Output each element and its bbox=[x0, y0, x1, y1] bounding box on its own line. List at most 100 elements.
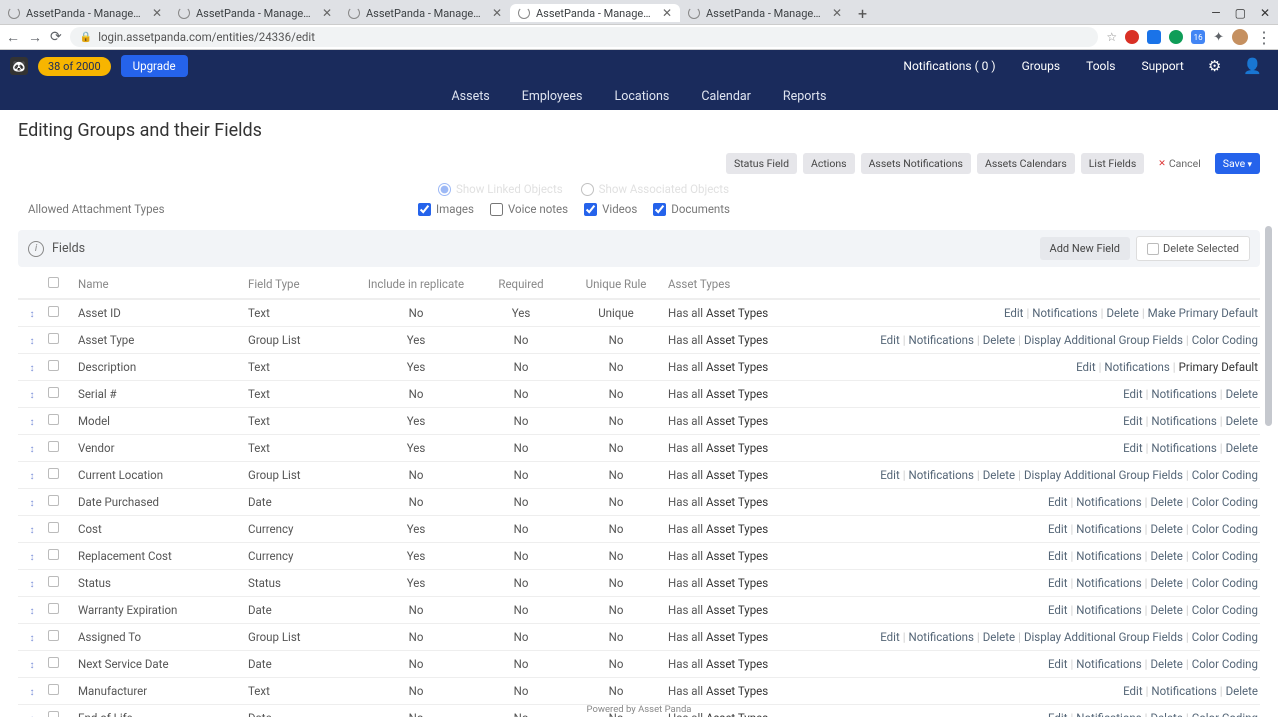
url-input[interactable]: 🔒 login.assetpanda.com/entities/24336/ed… bbox=[70, 27, 1099, 47]
info-icon[interactable]: i bbox=[28, 241, 44, 257]
tools-link[interactable]: Tools bbox=[1078, 59, 1123, 73]
row-checkbox[interactable] bbox=[48, 657, 59, 668]
browser-tab[interactable]: AssetPanda - Management Syste✕ bbox=[0, 4, 170, 22]
chrome-menu-icon[interactable]: ⋮ bbox=[1256, 28, 1272, 47]
row-checkbox[interactable] bbox=[48, 711, 59, 717]
row-checkbox[interactable] bbox=[48, 414, 59, 425]
drag-handle-icon[interactable]: ↕ bbox=[30, 552, 35, 563]
row-action-color_coding[interactable]: Color Coding bbox=[1192, 468, 1258, 482]
row-action-delete[interactable]: Delete bbox=[1150, 603, 1182, 617]
row-action-delete[interactable]: Delete bbox=[1106, 306, 1138, 320]
row-action-edit[interactable]: Edit bbox=[1048, 495, 1067, 509]
upgrade-button[interactable]: Upgrade bbox=[121, 55, 188, 77]
assets-calendars-button[interactable]: Assets Calendars bbox=[977, 153, 1075, 174]
row-checkbox[interactable] bbox=[48, 306, 59, 317]
nav-item-calendar[interactable]: Calendar bbox=[701, 89, 751, 104]
row-action-delete[interactable]: Delete bbox=[1226, 387, 1258, 401]
extensions-icon[interactable]: ✦ bbox=[1213, 30, 1224, 45]
row-action-notifications[interactable]: Notifications bbox=[1032, 306, 1097, 320]
row-checkbox[interactable] bbox=[48, 522, 59, 533]
assets-notifications-button[interactable]: Assets Notifications bbox=[861, 153, 971, 174]
row-action-edit[interactable]: Edit bbox=[1004, 306, 1023, 320]
groups-link[interactable]: Groups bbox=[1014, 59, 1069, 73]
row-action-make_primary[interactable]: Make Primary Default bbox=[1148, 306, 1258, 320]
row-action-notifications[interactable]: Notifications bbox=[1151, 387, 1216, 401]
app-logo-icon[interactable]: 🐼 bbox=[10, 57, 28, 75]
images-checkbox[interactable]: Images bbox=[418, 202, 474, 216]
row-action-notifications[interactable]: Notifications bbox=[1151, 414, 1216, 428]
ext-icon-green[interactable] bbox=[1169, 30, 1183, 44]
row-action-edit[interactable]: Edit bbox=[1123, 684, 1142, 698]
row-action-color_coding[interactable]: Color Coding bbox=[1192, 333, 1258, 347]
row-action-notifications[interactable]: Notifications bbox=[1076, 576, 1141, 590]
drag-handle-icon[interactable]: ↕ bbox=[30, 336, 35, 347]
row-action-notifications[interactable]: Notifications bbox=[1076, 657, 1141, 671]
row-checkbox[interactable] bbox=[48, 576, 59, 587]
row-action-color_coding[interactable]: Color Coding bbox=[1192, 522, 1258, 536]
drag-handle-icon[interactable]: ↕ bbox=[30, 660, 35, 671]
row-action-color_coding[interactable]: Color Coding bbox=[1192, 603, 1258, 617]
row-action-color_coding[interactable]: Color Coding bbox=[1192, 495, 1258, 509]
row-action-delete[interactable]: Delete bbox=[1150, 549, 1182, 563]
row-action-edit[interactable]: Edit bbox=[1076, 360, 1095, 374]
row-action-notifications[interactable]: Notifications bbox=[1151, 684, 1216, 698]
browser-tab[interactable]: AssetPanda - Management Syste✕ bbox=[170, 4, 340, 22]
videos-checkbox[interactable]: Videos bbox=[584, 202, 637, 216]
drag-handle-icon[interactable]: ↕ bbox=[30, 417, 35, 428]
drag-handle-icon[interactable]: ↕ bbox=[30, 390, 35, 401]
row-action-edit[interactable]: Edit bbox=[1048, 711, 1067, 717]
drag-handle-icon[interactable]: ↕ bbox=[30, 606, 35, 617]
select-all-checkbox[interactable] bbox=[48, 277, 59, 288]
ext-icon-calendar[interactable]: 16 bbox=[1191, 30, 1205, 44]
row-action-notifications[interactable]: Notifications bbox=[1076, 495, 1141, 509]
row-action-delete[interactable]: Delete bbox=[1226, 414, 1258, 428]
row-action-display_additional[interactable]: Display Additional Group Fields bbox=[1024, 630, 1183, 644]
gear-icon[interactable]: ⚙ bbox=[1202, 57, 1227, 75]
row-action-delete[interactable]: Delete bbox=[983, 468, 1015, 482]
maximize-icon[interactable]: ▢ bbox=[1235, 6, 1246, 20]
drag-handle-icon[interactable]: ↕ bbox=[30, 579, 35, 590]
show-associated-checkbox[interactable]: Show Associated Objects bbox=[581, 182, 729, 196]
row-action-notifications[interactable]: Notifications bbox=[1076, 711, 1141, 717]
add-new-field-button[interactable]: Add New Field bbox=[1040, 237, 1130, 260]
row-action-edit[interactable]: Edit bbox=[880, 630, 899, 644]
row-action-color_coding[interactable]: Color Coding bbox=[1192, 711, 1258, 717]
user-icon[interactable]: 👤 bbox=[1237, 57, 1268, 75]
show-linked-checkbox[interactable]: Show Linked Objects bbox=[438, 182, 563, 196]
ext-icon-blue[interactable] bbox=[1147, 30, 1161, 44]
row-action-delete[interactable]: Delete bbox=[1226, 441, 1258, 455]
row-action-edit[interactable]: Edit bbox=[880, 333, 899, 347]
row-action-color_coding[interactable]: Color Coding bbox=[1192, 549, 1258, 563]
browser-tab[interactable]: AssetPanda - Management Syste✕ bbox=[340, 4, 510, 22]
nav-item-locations[interactable]: Locations bbox=[614, 89, 669, 104]
new-tab-button[interactable]: + bbox=[850, 4, 875, 23]
row-action-color_coding[interactable]: Color Coding bbox=[1192, 657, 1258, 671]
row-action-edit[interactable]: Edit bbox=[880, 468, 899, 482]
row-checkbox[interactable] bbox=[48, 468, 59, 479]
notifications-link[interactable]: Notifications ( 0 ) bbox=[895, 59, 1003, 73]
tab-close-icon[interactable]: ✕ bbox=[662, 6, 672, 20]
row-checkbox[interactable] bbox=[48, 549, 59, 560]
tab-close-icon[interactable]: ✕ bbox=[152, 6, 162, 20]
row-action-notifications[interactable]: Notifications bbox=[909, 468, 974, 482]
voice-checkbox[interactable]: Voice notes bbox=[490, 202, 568, 216]
row-action-edit[interactable]: Edit bbox=[1048, 603, 1067, 617]
row-action-delete[interactable]: Delete bbox=[983, 333, 1015, 347]
row-action-edit[interactable]: Edit bbox=[1123, 441, 1142, 455]
profile-avatar-icon[interactable] bbox=[1232, 29, 1248, 45]
drag-handle-icon[interactable]: ↕ bbox=[30, 471, 35, 482]
row-action-notifications[interactable]: Notifications bbox=[1104, 360, 1169, 374]
row-action-edit[interactable]: Edit bbox=[1048, 549, 1067, 563]
drag-handle-icon[interactable]: ↕ bbox=[30, 444, 35, 455]
star-icon[interactable]: ☆ bbox=[1106, 30, 1117, 44]
row-action-display_additional[interactable]: Display Additional Group Fields bbox=[1024, 333, 1183, 347]
row-action-primary_default[interactable]: Primary Default bbox=[1179, 360, 1258, 374]
drag-handle-icon[interactable]: ↕ bbox=[30, 498, 35, 509]
row-action-delete[interactable]: Delete bbox=[1150, 657, 1182, 671]
nav-item-assets[interactable]: Assets bbox=[452, 89, 490, 104]
row-checkbox[interactable] bbox=[48, 441, 59, 452]
row-action-notifications[interactable]: Notifications bbox=[1151, 441, 1216, 455]
row-action-notifications[interactable]: Notifications bbox=[1076, 603, 1141, 617]
row-action-delete[interactable]: Delete bbox=[1150, 711, 1182, 717]
row-action-delete[interactable]: Delete bbox=[1150, 522, 1182, 536]
